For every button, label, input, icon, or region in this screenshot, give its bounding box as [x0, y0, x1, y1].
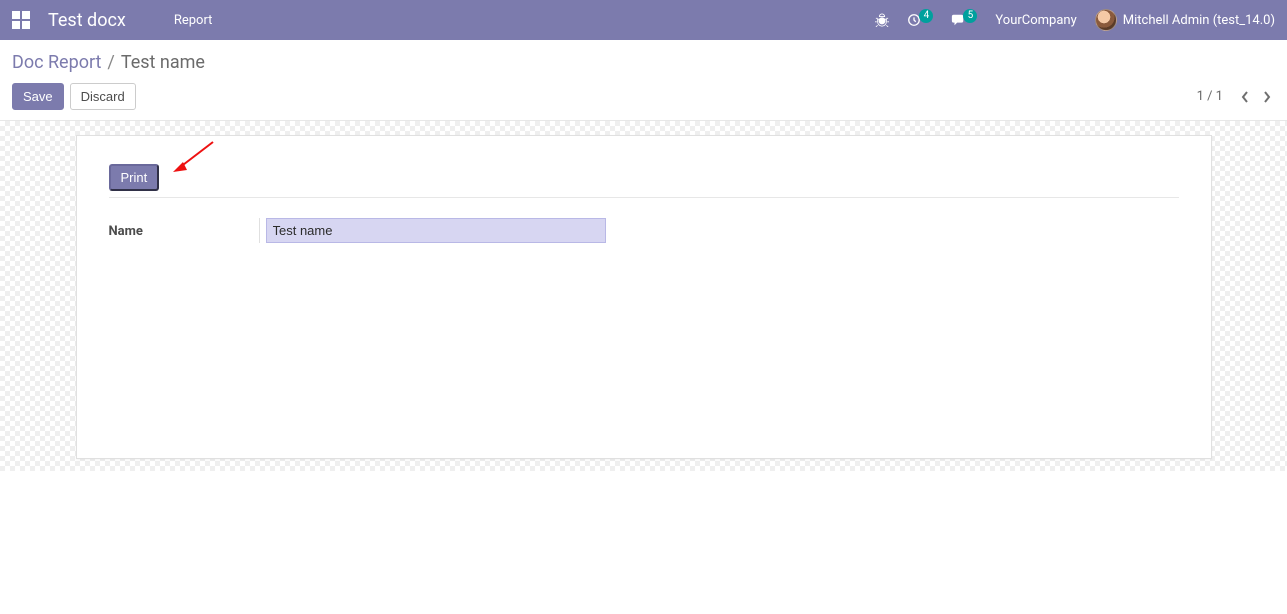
- print-button[interactable]: Print: [109, 164, 160, 191]
- activity-badge: 4: [919, 9, 933, 23]
- field-name-row: Name: [109, 218, 1179, 243]
- pager[interactable]: 1 / 1: [1197, 89, 1223, 104]
- menu-report[interactable]: Report: [174, 13, 213, 28]
- content-area: Print Name: [0, 121, 1287, 471]
- sheet-header: Print: [109, 156, 1179, 198]
- breadcrumb-separator: /: [107, 52, 114, 73]
- app-header: Test docx Report 4 5 YourCompany Mitchel…: [0, 0, 1287, 40]
- pager-prev-icon[interactable]: [1237, 89, 1253, 105]
- user-name: Mitchell Admin (test_14.0): [1123, 13, 1275, 28]
- company-selector[interactable]: YourCompany: [995, 13, 1076, 28]
- discuss-icon[interactable]: 5: [951, 13, 977, 27]
- bug-icon[interactable]: [875, 13, 889, 27]
- name-input[interactable]: [266, 218, 606, 243]
- annotation-arrow-icon: [169, 138, 217, 178]
- discuss-badge: 5: [963, 9, 977, 23]
- discard-button[interactable]: Discard: [70, 83, 136, 110]
- header-right: 4 5 YourCompany Mitchell Admin (test_14.…: [875, 9, 1275, 31]
- activity-icon[interactable]: 4: [907, 13, 933, 27]
- breadcrumb-current: Test name: [121, 52, 205, 73]
- name-label: Name: [109, 218, 259, 239]
- control-panel: Doc Report / Test name Save Discard 1 / …: [0, 40, 1287, 121]
- avatar: [1095, 9, 1117, 31]
- user-menu[interactable]: Mitchell Admin (test_14.0): [1095, 9, 1275, 31]
- pager-next-icon[interactable]: [1259, 89, 1275, 105]
- app-title: Test docx: [48, 10, 126, 31]
- save-button[interactable]: Save: [12, 83, 64, 110]
- breadcrumb: Doc Report / Test name: [12, 52, 1275, 73]
- apps-icon[interactable]: [12, 11, 30, 29]
- form-sheet: Print Name: [76, 135, 1212, 459]
- breadcrumb-root[interactable]: Doc Report: [12, 52, 101, 73]
